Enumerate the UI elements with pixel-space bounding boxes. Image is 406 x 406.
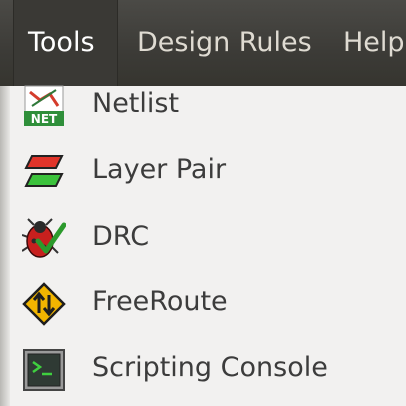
svg-text:NET: NET bbox=[31, 112, 58, 126]
scripting-console-icon bbox=[23, 349, 65, 391]
kicad-window-region: Tools Design Rules Help NET Netlist Laye… bbox=[0, 0, 406, 406]
menu-item-label: Layer Pair bbox=[92, 154, 227, 185]
layer-pair-icon bbox=[24, 155, 64, 187]
menu-item-drc[interactable]: DRC bbox=[0, 206, 406, 268]
freeroute-icon bbox=[22, 282, 66, 326]
drc-icon bbox=[22, 218, 66, 258]
menu-item-scripting-console[interactable]: Scripting Console bbox=[0, 337, 406, 399]
menu-item-netlist[interactable]: NET Netlist bbox=[0, 73, 406, 135]
menu-item-freeroute[interactable]: FreeRoute bbox=[0, 271, 406, 333]
netlist-icon: NET bbox=[24, 85, 64, 126]
menu-item-label: Netlist bbox=[92, 88, 180, 119]
menu-item-label: Scripting Console bbox=[92, 352, 328, 383]
menu-item-label: FreeRoute bbox=[92, 286, 228, 317]
menu-item-layer-pair[interactable]: Layer Pair bbox=[0, 139, 406, 201]
menu-item-label: DRC bbox=[92, 221, 150, 252]
